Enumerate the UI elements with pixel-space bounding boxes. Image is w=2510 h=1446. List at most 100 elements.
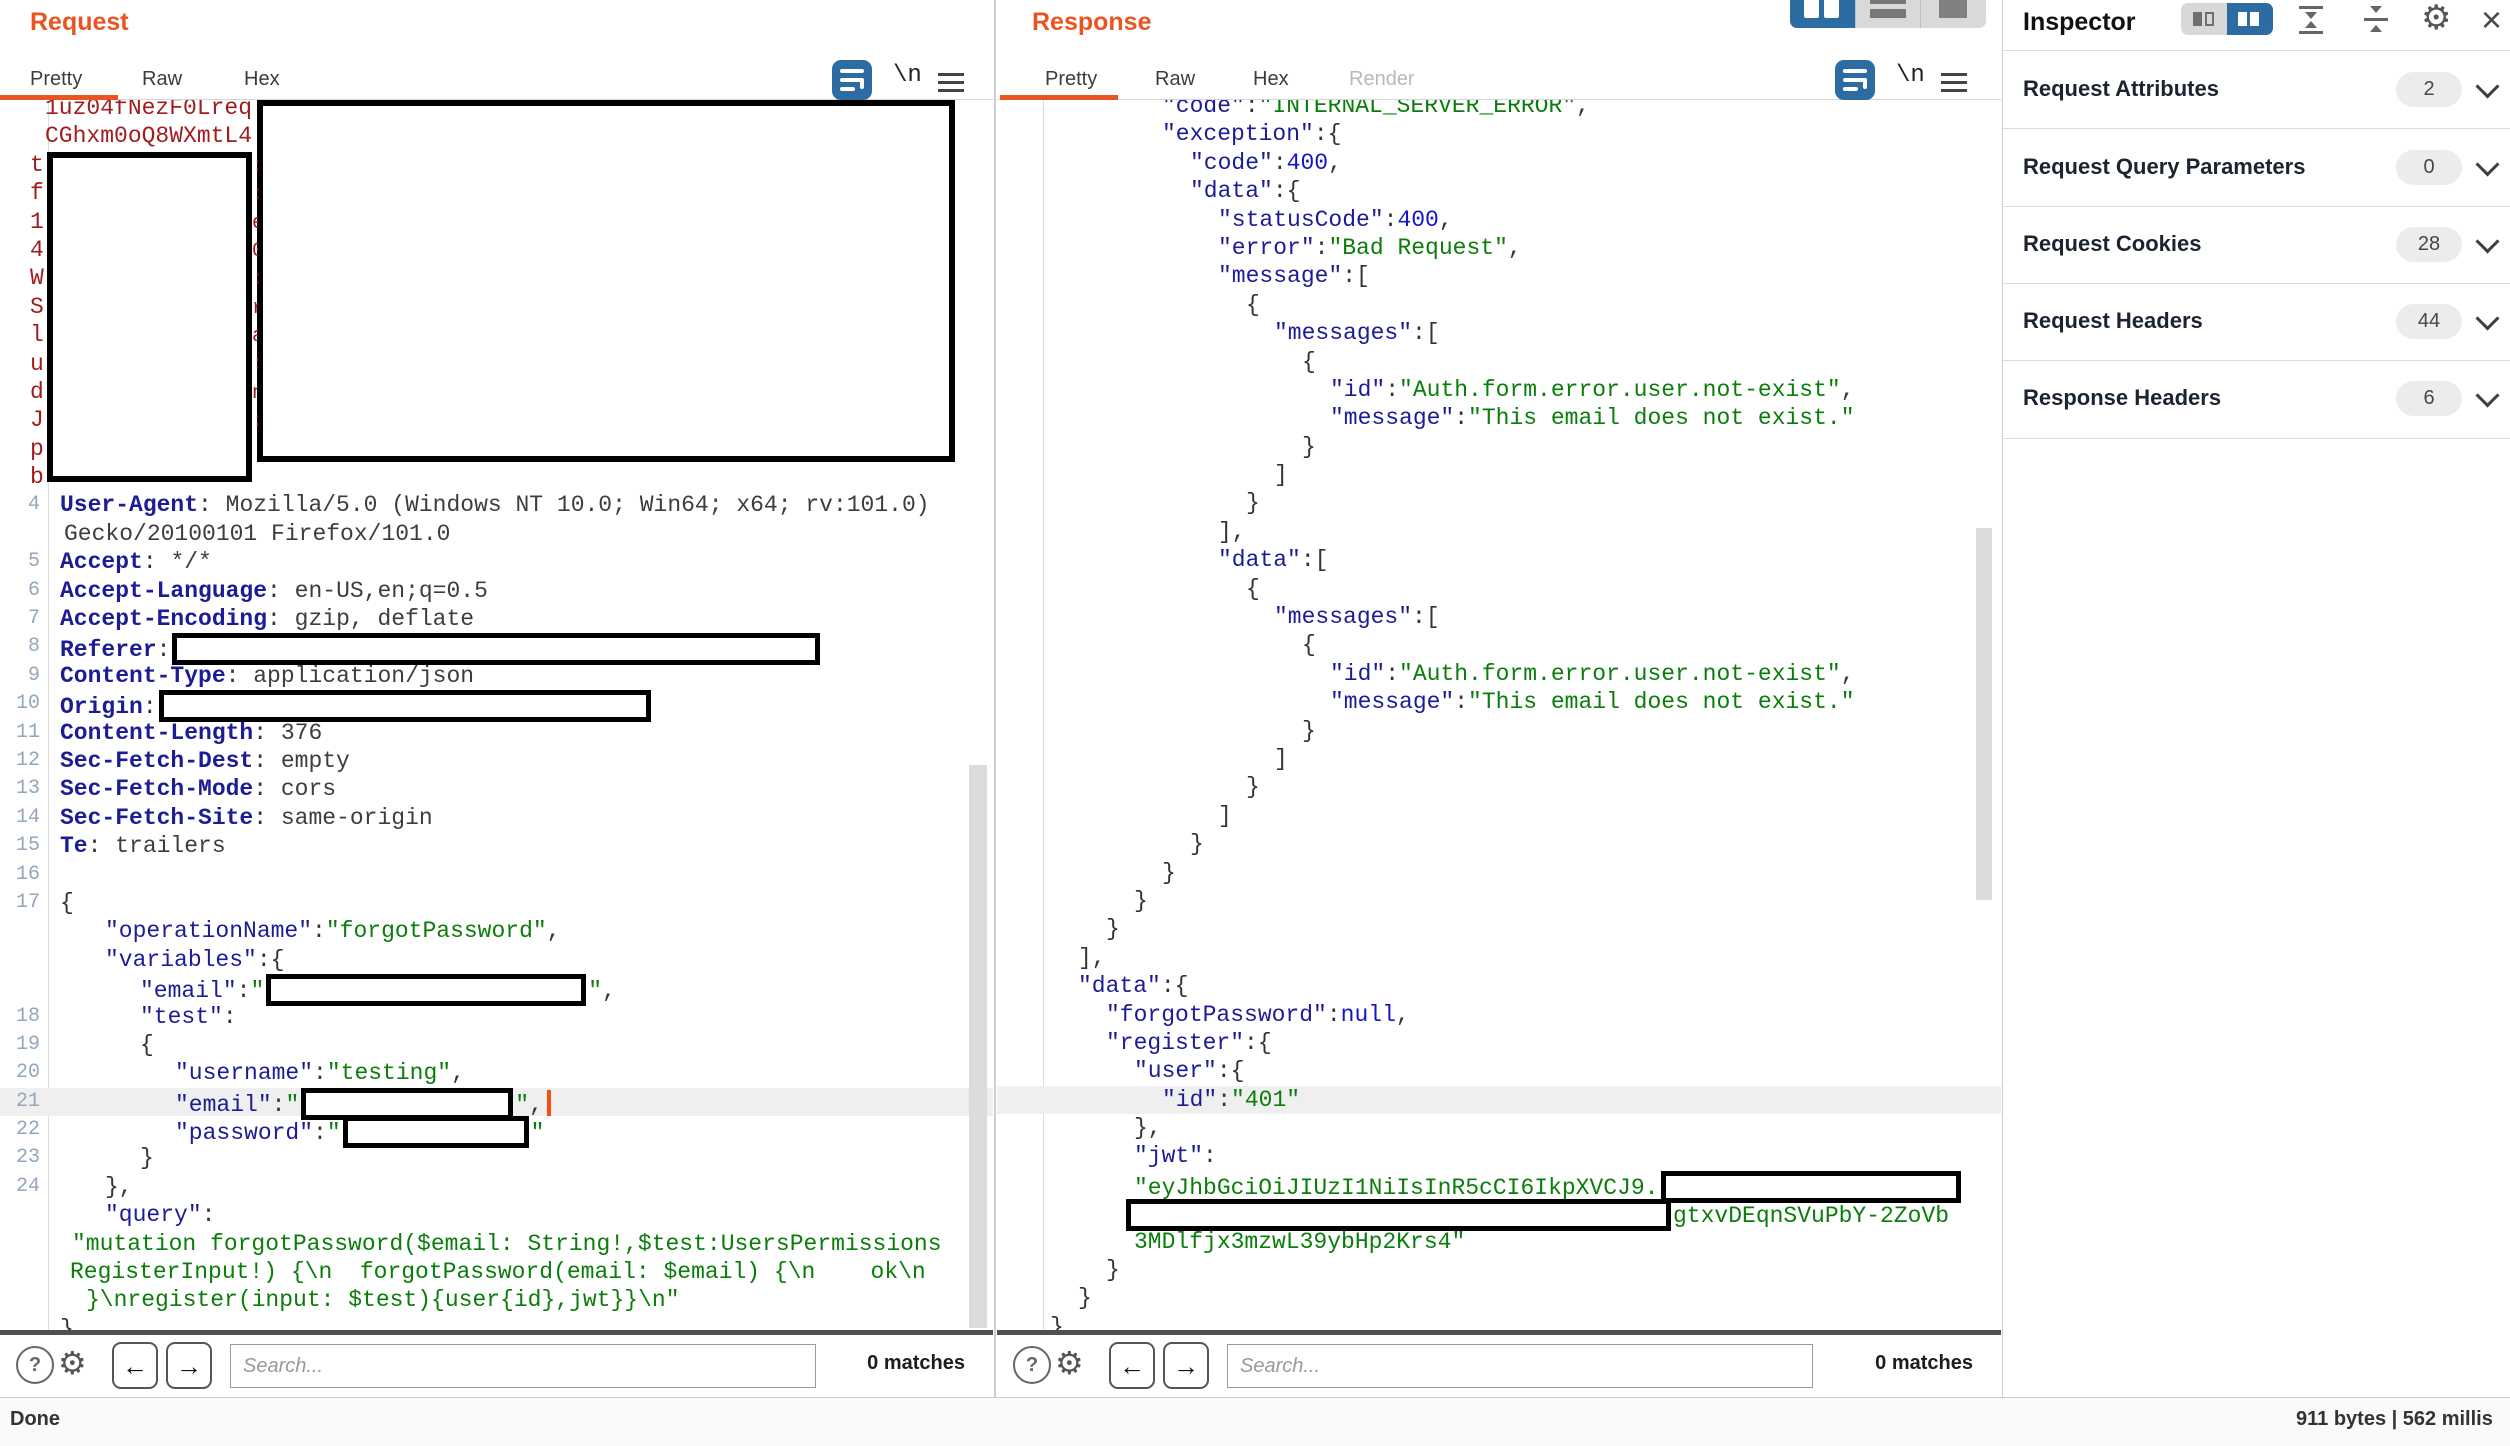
response-scrollbar[interactable] xyxy=(1976,528,1992,900)
line-number: 14 xyxy=(0,804,40,832)
next-match-button[interactable]: → xyxy=(1163,1342,1209,1389)
layout-single-button[interactable] xyxy=(1920,0,1986,28)
layout-rows-button[interactable] xyxy=(1855,0,1920,28)
line-number: 23 xyxy=(0,1144,40,1172)
tab-pretty[interactable]: Pretty xyxy=(30,68,82,91)
panel-divider[interactable] xyxy=(994,0,996,1397)
line-number: 12 xyxy=(0,747,40,775)
code-row: ], xyxy=(997,944,2001,972)
code-row: "message":"This email does not exist." xyxy=(997,688,2001,716)
expand-all-icon[interactable] xyxy=(2363,6,2389,34)
code-row: RegisterInput!) {\n forgotPassword(email… xyxy=(0,1258,993,1286)
code-row: "code":"INTERNAL_SERVER_ERROR", xyxy=(997,100,2001,120)
code-row: Gecko/20100101 Firefox/101.0 xyxy=(0,520,993,548)
layout-toggle-group xyxy=(1790,0,1986,28)
code-row: } xyxy=(0,1315,993,1330)
code-row: 10Origin: xyxy=(0,690,993,718)
editor-menu-icon[interactable] xyxy=(1941,68,1967,97)
inspector-section-request-cookies[interactable]: Request Cookies28 xyxy=(2003,219,2510,271)
tab-raw[interactable]: Raw xyxy=(1155,68,1195,91)
request-match-count: 0 matches xyxy=(867,1352,965,1375)
previous-match-button[interactable]: ← xyxy=(1109,1342,1155,1389)
word-wrap-icon[interactable] xyxy=(1835,60,1875,100)
line-number: 6 xyxy=(0,577,40,605)
code-row: } xyxy=(997,773,2001,801)
inspector-close-icon[interactable]: × xyxy=(2481,2,2502,38)
newline-icon[interactable]: \n xyxy=(1896,62,1925,89)
inspector-section-request-headers[interactable]: Request Headers44 xyxy=(2003,296,2510,348)
response-search-input[interactable] xyxy=(1227,1344,1813,1388)
tab-pretty[interactable]: Pretty xyxy=(1045,68,1097,91)
line-number: 24 xyxy=(0,1173,40,1201)
inspector-view-left-button[interactable] xyxy=(2181,3,2227,35)
code-row: "code":400, xyxy=(997,149,2001,177)
code-row: ] xyxy=(997,745,2001,773)
code-row: "id":"Auth.form.error.user.not-exist", xyxy=(997,376,2001,404)
redacted-text-fragment: n xyxy=(252,382,258,405)
redacted-text-fragment: : xyxy=(252,183,258,206)
help-icon[interactable]: ? xyxy=(16,1346,54,1384)
section-label: Request Headers xyxy=(2023,308,2203,334)
inspector-view-right-button[interactable] xyxy=(2227,3,2273,35)
section-count-badge: 2 xyxy=(2396,72,2462,107)
inspector-section-request-attributes[interactable]: Request Attributes2 xyxy=(2003,64,2510,116)
request-search-input[interactable] xyxy=(230,1344,816,1388)
chevron-down-icon[interactable] xyxy=(2475,152,2499,176)
chevron-down-icon[interactable] xyxy=(2475,229,2499,253)
code-row: 22"password":"" xyxy=(0,1116,993,1144)
code-row: "variables":{ xyxy=(0,946,993,974)
redaction-box xyxy=(159,690,651,722)
chevron-down-icon[interactable] xyxy=(2475,74,2499,98)
tab-raw[interactable]: Raw xyxy=(142,68,182,91)
editor-menu-icon[interactable] xyxy=(938,68,964,97)
code-row: 5Accept: */* xyxy=(0,548,993,576)
tab-render[interactable]: Render xyxy=(1349,68,1415,91)
line-number: 16 xyxy=(0,861,40,889)
inspector-section-request-query-parameters[interactable]: Request Query Parameters0 xyxy=(2003,142,2510,194)
section-count-badge: 0 xyxy=(2396,150,2462,185)
layout-columns-button[interactable] xyxy=(1790,0,1855,28)
inspector-panel: Inspector ⚙ × Request Attributes2Request… xyxy=(2003,0,2510,1397)
newline-icon[interactable]: \n xyxy=(893,62,922,89)
code-row: } xyxy=(997,859,2001,887)
code-row: } xyxy=(997,915,2001,943)
redacted-text-fragment: 0 xyxy=(252,240,258,263)
redaction-box xyxy=(172,633,820,665)
chevron-down-icon[interactable] xyxy=(2475,383,2499,407)
redacted-text-fragment: : xyxy=(252,268,258,291)
chevron-down-icon[interactable] xyxy=(2475,306,2499,330)
word-wrap-icon[interactable] xyxy=(832,60,872,100)
line-number: 19 xyxy=(0,1031,40,1059)
code-row: { xyxy=(997,291,2001,319)
status-message: Done xyxy=(10,1408,60,1431)
code-row: "messages":[ xyxy=(997,603,2001,631)
collapse-all-icon[interactable] xyxy=(2298,6,2324,34)
code-row: "user":{ xyxy=(997,1057,2001,1085)
previous-match-button[interactable]: ← xyxy=(112,1342,158,1389)
line-number: 11 xyxy=(0,719,40,747)
line-number: 8 xyxy=(0,633,40,661)
search-settings-gear-icon[interactable]: ⚙ xyxy=(58,1343,87,1383)
code-row: "register":{ xyxy=(997,1029,2001,1057)
response-editor[interactable]: "code":"INTERNAL_SERVER_ERROR","exceptio… xyxy=(997,100,2001,1330)
inspector-settings-gear-icon[interactable]: ⚙ xyxy=(2421,0,2451,38)
tab-hex[interactable]: Hex xyxy=(244,68,280,91)
section-divider xyxy=(2003,438,2510,439)
help-icon[interactable]: ? xyxy=(1013,1346,1051,1384)
code-row: 8Referer: xyxy=(0,633,993,661)
code-row: ] xyxy=(997,802,2001,830)
code-row: 9Content-Type: application/json xyxy=(0,662,993,690)
next-match-button[interactable]: → xyxy=(166,1342,212,1389)
request-editor[interactable]: 1uz04fNezF0LreqCGhxm0oQ8WXmtL4tf14WSludJ… xyxy=(0,100,993,1330)
inspector-section-response-headers[interactable]: Response Headers6 xyxy=(2003,373,2510,425)
line-number: 21 xyxy=(0,1088,40,1116)
redaction-box xyxy=(1661,1171,1961,1203)
code-row: 6Accept-Language: en-US,en;q=0.5 xyxy=(0,577,993,605)
tab-hex[interactable]: Hex xyxy=(1253,68,1289,91)
code-row: "exception":{ xyxy=(997,120,2001,148)
section-divider xyxy=(2003,206,2510,207)
code-row: "mutation forgotPassword($email: String!… xyxy=(0,1230,993,1258)
line-number: 17 xyxy=(0,889,40,917)
request-scrollbar[interactable] xyxy=(969,765,987,1328)
search-settings-gear-icon[interactable]: ⚙ xyxy=(1055,1343,1084,1383)
